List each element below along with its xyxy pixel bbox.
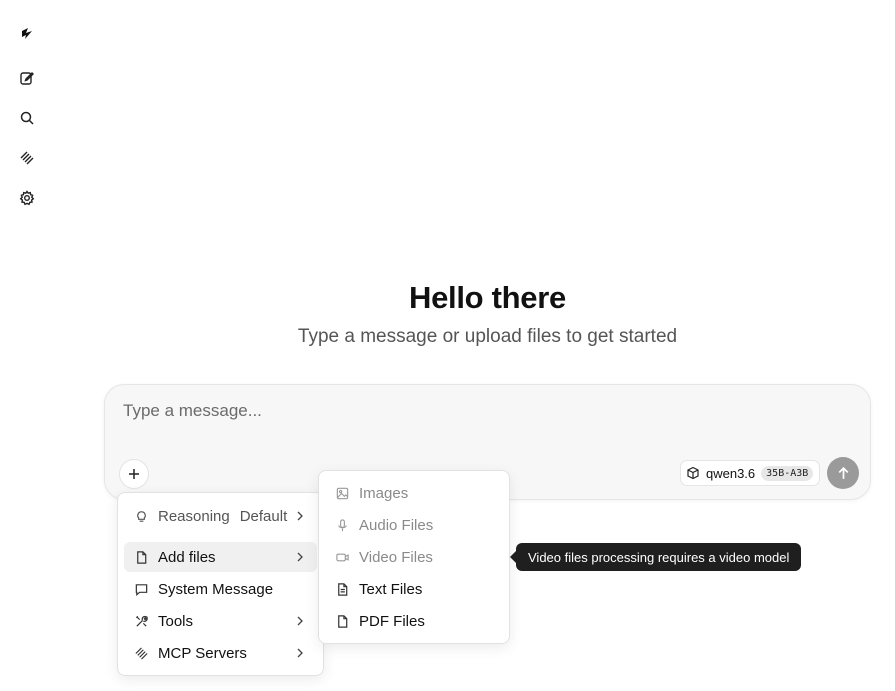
menu-item-add-files[interactable]: Add files <box>124 542 317 572</box>
chevron-right-icon <box>297 552 303 562</box>
logo-icon[interactable] <box>14 21 40 47</box>
submenu-item-label: Images <box>359 484 409 502</box>
message-input[interactable] <box>123 399 823 423</box>
submenu-item-video-files[interactable]: Video Files <box>325 542 503 572</box>
mcp-icon <box>133 645 149 661</box>
search-icon[interactable] <box>14 105 40 131</box>
lightbulb-icon <box>133 508 149 524</box>
page-subtitle: Type a message or upload files to get st… <box>297 326 678 347</box>
submenu-item-pdf-files[interactable]: PDF Files <box>325 606 503 636</box>
submenu-item-label: Video Files <box>359 548 433 566</box>
file-icon <box>133 549 149 565</box>
menu-item-label: MCP Servers <box>158 644 247 662</box>
chevron-right-icon <box>297 511 303 521</box>
video-files-tooltip: Video files processing requires a video … <box>509 543 802 571</box>
menu-item-mcp-servers[interactable]: MCP Servers <box>124 638 317 668</box>
menu-item-label: System Message <box>158 580 274 598</box>
video-icon <box>334 549 350 565</box>
image-icon <box>334 485 350 501</box>
new-chat-icon[interactable] <box>14 65 40 91</box>
model-size-badge: 35B-A3B <box>761 465 814 481</box>
menu-item-label: Tools <box>158 612 194 630</box>
chevron-right-icon <box>297 616 303 626</box>
reasoning-value: Default <box>239 507 288 525</box>
send-button[interactable] <box>827 457 859 489</box>
gear-icon[interactable] <box>14 185 40 211</box>
page-title: Hello there <box>409 280 566 315</box>
cube-icon <box>687 466 699 480</box>
submenu-item-audio-files[interactable]: Audio Files <box>325 510 503 540</box>
submenu-item-label: Text Files <box>359 580 423 598</box>
submenu-item-label: PDF Files <box>359 612 425 630</box>
menu-item-reasoning[interactable]: Reasoning Default <box>124 501 317 531</box>
submenu-item-text-files[interactable]: Text Files <box>325 574 503 604</box>
plus-icon <box>129 469 139 479</box>
submenu-item-label: Audio Files <box>359 516 434 534</box>
mic-icon <box>334 517 350 533</box>
menu-item-tools[interactable]: Tools <box>124 606 317 636</box>
menu-item-system-message[interactable]: System Message <box>124 574 317 604</box>
model-name: qwen3.6 <box>706 465 756 481</box>
menu-item-label: Reasoning <box>158 507 230 525</box>
arrow-up-icon <box>838 466 848 479</box>
submenu-item-images[interactable]: Images <box>325 478 503 508</box>
attach-button[interactable] <box>119 459 149 489</box>
chevron-right-icon <box>297 648 303 658</box>
menu-item-label: Add files <box>158 548 216 566</box>
tools-icon <box>133 613 149 629</box>
message-icon <box>133 581 149 597</box>
pdf-file-icon <box>334 613 350 629</box>
attach-menu: Reasoning Default Add files System Messa… <box>117 492 324 676</box>
mcp-icon[interactable] <box>14 145 40 171</box>
files-submenu: Images Audio Files Video Files Text File… <box>318 470 510 644</box>
text-file-icon <box>334 581 350 597</box>
model-selector[interactable]: qwen3.6 35B-A3B <box>680 460 821 486</box>
